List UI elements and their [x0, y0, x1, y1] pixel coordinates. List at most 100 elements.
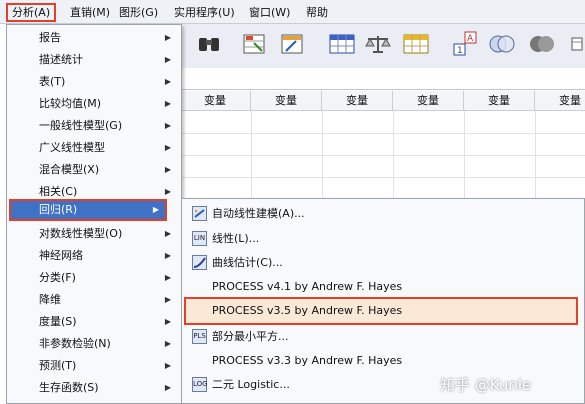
menu-item-label: 表(T) [39, 75, 66, 88]
menu-item-label: 预测(T) [39, 359, 77, 372]
column-header[interactable]: 变量 [535, 91, 585, 111]
submenu-arrow-icon: ▶ [152, 205, 159, 214]
menu-item-loglinear[interactable]: 对数线性模型(O) ▶ [7, 223, 181, 245]
svg-text:A: A [467, 34, 474, 44]
submenu-item-label: 部分最小平方... [212, 330, 289, 343]
menu-item-label: 非参数检验(N) [39, 337, 111, 350]
menu-item-mixed-models[interactable]: 混合模型(X) ▶ [7, 159, 181, 181]
auto-linear-icon [192, 206, 207, 221]
menu-item-reports[interactable]: 报告 ▶ [7, 27, 181, 49]
menu-graphs[interactable]: 图形(G) [115, 4, 162, 21]
menu-item-label: 回归(R) [39, 203, 78, 216]
menu-item-label: 神经网络 [39, 249, 83, 262]
menu-item-scale[interactable]: 度量(S) ▶ [7, 311, 181, 333]
submenu-arrow-icon: ▶ [164, 317, 171, 326]
menu-item-generalized-linear[interactable]: 广义线性模型 ▶ [7, 137, 181, 159]
menu-item-label: 分类(F) [39, 271, 76, 284]
menu-help[interactable]: 帮助 [302, 4, 332, 21]
weight-scale-icon[interactable] [364, 30, 392, 58]
curve-estimation-icon [192, 255, 207, 270]
menu-item-label: 度量(S) [39, 315, 77, 328]
watermark: 知乎 @Kunle [440, 376, 532, 394]
submenu-item-label: PROCESS v4.1 by Andrew F. Hayes [212, 280, 403, 293]
venn-icon[interactable] [488, 30, 516, 58]
submenu-arrow-icon: ▶ [164, 121, 171, 130]
menu-item-neural-networks[interactable]: 神经网络 ▶ [7, 245, 181, 267]
partial-least-squares-icon: PLS [192, 329, 207, 344]
submenu-item-label: 自动线性建模(A)... [212, 207, 305, 220]
sets-icon[interactable] [528, 30, 556, 58]
menu-item-nonparametric[interactable]: 非参数检验(N) ▶ [7, 333, 181, 355]
menu-analyze[interactable]: 分析(A) [6, 3, 57, 22]
column-header-row: 变量 变量 变量 变量 变量 变量 [180, 91, 585, 111]
submenu-item-process-v41[interactable]: PROCESS v4.1 by Andrew F. Hayes [182, 275, 584, 299]
binoculars-icon[interactable] [195, 30, 223, 58]
goto-case-icon[interactable] [240, 30, 268, 58]
submenu-item-curve-estimation[interactable]: 曲线估计(C)... [182, 251, 584, 275]
submenu-arrow-icon: ▶ [164, 143, 171, 152]
menu-item-forecasting[interactable]: 预测(T) ▶ [7, 355, 181, 377]
submenu-arrow-icon: ▶ [164, 273, 171, 282]
menu-item-label: 描述统计 [39, 53, 83, 66]
menu-item-label: 一般线性模型(G) [39, 119, 123, 132]
submenu-item-pls[interactable]: PLS 部分最小平方... [182, 325, 584, 349]
submenu-arrow-icon: ▶ [164, 339, 171, 348]
svg-text:1: 1 [457, 46, 463, 56]
submenu-arrow-icon: ▶ [164, 251, 171, 260]
menu-utilities[interactable]: 实用程序(U) [170, 4, 239, 21]
menu-bar: 分析(A) 直销(M) 图形(G) 实用程序(U) 窗口(W) 帮助 [0, 0, 585, 24]
toolbar-overflow-icon[interactable] [568, 30, 585, 58]
variables-icon[interactable] [328, 30, 356, 58]
menu-item-label: 混合模型(X) [39, 163, 100, 176]
submenu-arrow-icon: ▶ [164, 99, 171, 108]
grid-line [180, 155, 585, 156]
submenu-item-label: 二元 Logistic... [212, 378, 290, 391]
menu-direct-marketing[interactable]: 直销(M) [66, 4, 114, 21]
menu-item-classify[interactable]: 分类(F) ▶ [7, 267, 181, 289]
menu-item-label: 对数线性模型(O) [39, 227, 123, 240]
menu-item-dimension-reduction[interactable]: 降维 ▶ [7, 289, 181, 311]
submenu-item-label: 曲线估计(C)... [212, 256, 283, 269]
value-labels-icon[interactable]: A1 [452, 30, 480, 58]
submenu-arrow-icon: ▶ [164, 33, 171, 42]
menu-item-label: 报告 [39, 31, 61, 44]
binary-logistic-icon: LOG [192, 377, 208, 392]
submenu-item-automatic-linear[interactable]: 自动线性建模(A)... [182, 202, 584, 226]
submenu-arrow-icon: ▶ [164, 229, 171, 238]
menu-item-label: 广义线性模型 [39, 141, 105, 154]
submenu-item-process-v33[interactable]: PROCESS v3.3 by Andrew F. Hayes [182, 349, 584, 373]
menu-item-label: 相关(C) [39, 185, 78, 198]
menu-item-label: 比较均值(M) [39, 97, 102, 110]
submenu-arrow-icon: ▶ [164, 55, 171, 64]
submenu-item-label: 线性(L)... [212, 232, 260, 245]
column-header[interactable]: 变量 [180, 91, 251, 111]
analyze-menu: 报告 ▶ 描述统计 ▶ 表(T) ▶ 比较均值(M) ▶ 一般线性模型(G) ▶ 广义线性… [6, 24, 182, 404]
submenu-arrow-icon: ▶ [164, 77, 171, 86]
submenu-arrow-icon: ▶ [164, 361, 171, 370]
submenu-arrow-icon: ▶ [164, 383, 171, 392]
menu-item-compare-means[interactable]: 比较均值(M) ▶ [7, 93, 181, 115]
menu-item-descriptive[interactable]: 描述统计 ▶ [7, 49, 181, 71]
column-header[interactable]: 变量 [393, 91, 464, 111]
column-header[interactable]: 变量 [251, 91, 322, 111]
submenu-item-label: PROCESS v3.3 by Andrew F. Hayes [212, 354, 403, 367]
split-file-icon[interactable] [402, 30, 430, 58]
menu-item-regression[interactable]: 回归(R) ▶ [9, 199, 167, 221]
menu-window[interactable]: 窗口(W) [245, 4, 294, 21]
menu-item-tables[interactable]: 表(T) ▶ [7, 71, 181, 93]
column-header[interactable]: 变量 [322, 91, 393, 111]
submenu-arrow-icon: ▶ [164, 165, 171, 174]
menu-item-survival[interactable]: 生存函数(S) ▶ [7, 377, 181, 399]
grid-line [180, 177, 585, 178]
submenu-item-label: PROCESS v3.5 by Andrew F. Hayes [212, 304, 403, 317]
submenu-arrow-icon: ▶ [164, 295, 171, 304]
grid-line [180, 133, 585, 134]
submenu-item-linear[interactable]: LIN 线性(L)... [182, 227, 584, 251]
linear-regression-icon: LIN [192, 231, 207, 246]
column-header[interactable]: 变量 [464, 91, 535, 111]
submenu-item-process-v35[interactable]: PROCESS v3.5 by Andrew F. Hayes [184, 297, 578, 325]
cell-editor-bar[interactable] [160, 68, 585, 90]
menu-item-label: 生存函数(S) [39, 381, 99, 394]
goto-variable-icon[interactable] [278, 30, 306, 58]
menu-item-glm[interactable]: 一般线性模型(G) ▶ [7, 115, 181, 137]
